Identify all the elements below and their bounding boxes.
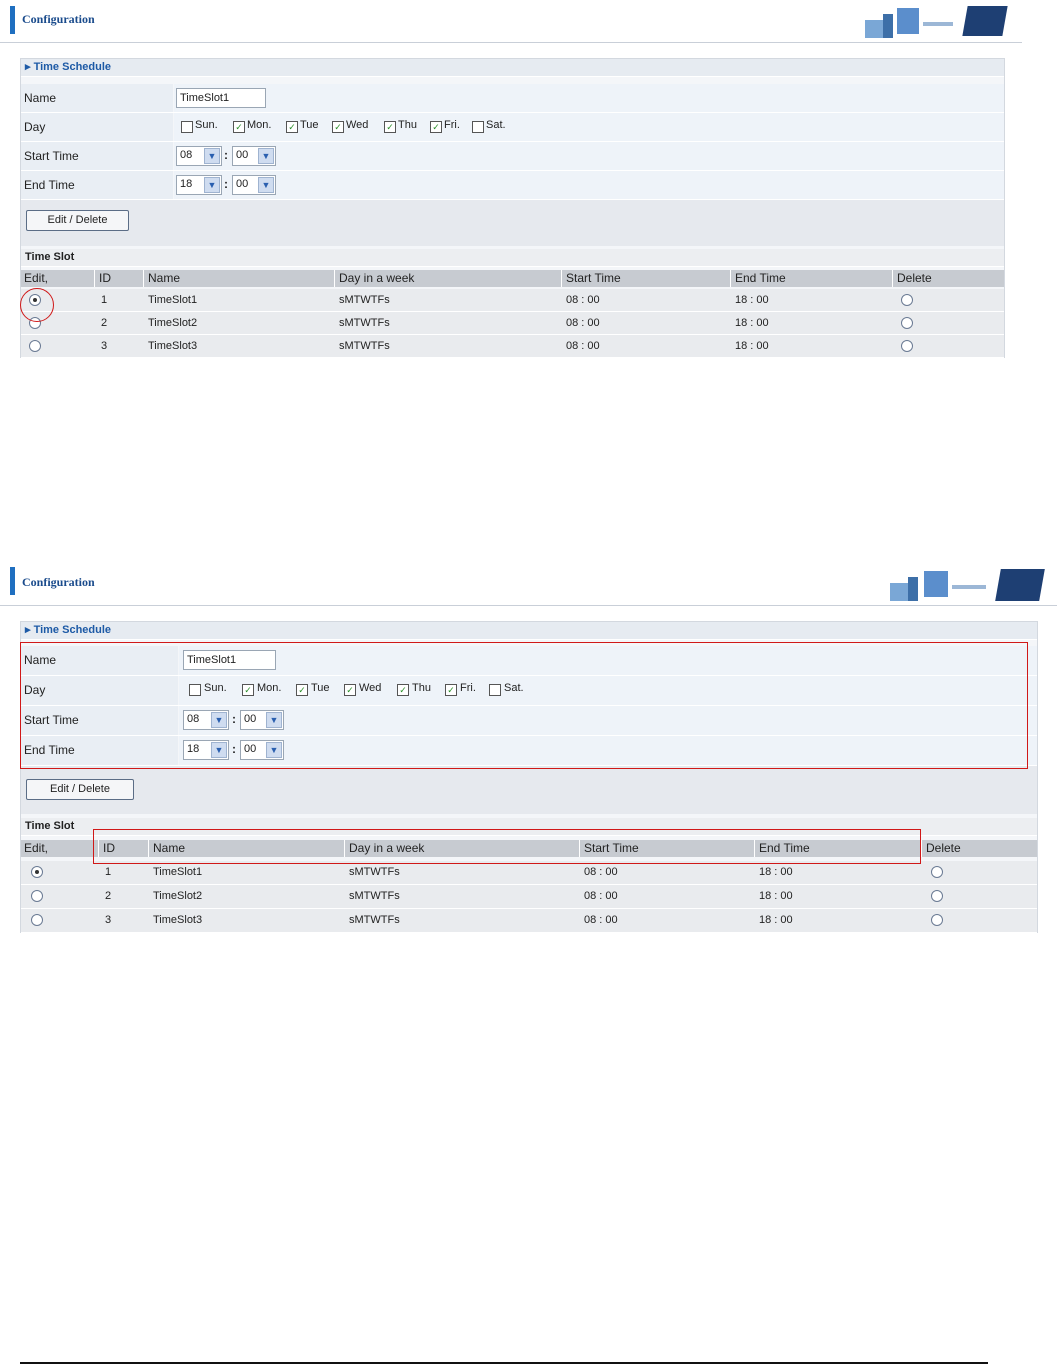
start-minute-select[interactable]: 00 ▼ xyxy=(232,146,276,166)
col-id: ID xyxy=(96,270,144,287)
config-header: Configuration xyxy=(0,0,1022,43)
button-row: Edit / Delete xyxy=(21,766,1037,814)
time-schedule-panel: ▸ Time Schedule Name TimeSlot1 Day Sun. … xyxy=(20,58,1005,358)
day-row: Day Sun. ✓ Mon. ✓ Tue ✓ Wed ✓ Thu ✓ Fri.… xyxy=(21,113,1004,142)
delete-radio[interactable] xyxy=(901,340,913,352)
checkbox-tue-label: Tue xyxy=(300,119,319,131)
highlight-rect-table-columns xyxy=(93,829,921,864)
table-row: 1 TimeSlot1 sMTWTFs 08 : 00 18 : 00 xyxy=(21,289,1004,312)
edit-delete-button[interactable]: Edit / Delete xyxy=(26,210,129,231)
name-label: Name xyxy=(21,84,173,112)
col-day-in-week: Day in a week xyxy=(336,270,562,287)
delete-radio[interactable] xyxy=(931,866,943,878)
chevron-down-icon: ▼ xyxy=(204,148,220,164)
checkbox-fri-label: Fri. xyxy=(444,119,460,131)
start-hour-select[interactable]: 08 ▼ xyxy=(176,146,222,166)
end-time-row: End Time 18 ▼ : 00 ▼ xyxy=(21,171,1004,200)
delete-radio[interactable] xyxy=(901,317,913,329)
table-row: 2 TimeSlot2 sMTWTFs 08 : 00 18 : 00 xyxy=(21,312,1004,335)
chevron-down-icon: ▼ xyxy=(204,177,220,193)
delete-radio[interactable] xyxy=(931,914,943,926)
table-row: 1 TimeSlot1 sMTWTFs 08 : 00 18 : 00 xyxy=(21,861,1037,885)
timeslot-table-header: Edit, ID Name Day in a week Start Time E… xyxy=(21,270,1004,287)
checkbox-mon[interactable]: ✓ xyxy=(233,121,245,133)
checkbox-fri[interactable]: ✓ xyxy=(430,121,442,133)
header-accent-bar xyxy=(10,567,15,595)
checkbox-tue[interactable]: ✓ xyxy=(286,121,298,133)
end-minute-select[interactable]: 00 ▼ xyxy=(232,175,276,195)
col-delete: Delete xyxy=(926,841,961,855)
start-time-row: Start Time 08 ▼ : 00 ▼ xyxy=(21,142,1004,171)
col-end-time: End Time xyxy=(732,270,893,287)
checkbox-thu[interactable]: ✓ xyxy=(384,121,396,133)
table-row: 2 TimeSlot2 sMTWTFs 08 : 00 18 : 00 xyxy=(21,885,1037,909)
checkbox-sun-label: Sun. xyxy=(195,119,218,131)
checkbox-sun[interactable] xyxy=(181,121,193,133)
edit-radio[interactable] xyxy=(31,890,43,902)
edit-radio[interactable] xyxy=(31,866,43,878)
chevron-down-icon: ▼ xyxy=(258,148,274,164)
header-title: Configuration xyxy=(22,575,95,589)
checkbox-sat-label: Sat. xyxy=(486,119,506,131)
checkbox-mon-label: Mon. xyxy=(247,119,272,131)
edit-radio[interactable] xyxy=(29,340,41,352)
highlight-rect-schedule-fields xyxy=(20,642,1028,769)
brand-logo-graphic xyxy=(890,567,1050,601)
col-name: Name xyxy=(145,270,335,287)
checkbox-sat[interactable] xyxy=(472,121,484,133)
time-schedule-title: ▸ Time Schedule xyxy=(21,59,1004,77)
delete-radio[interactable] xyxy=(931,890,943,902)
time-slot-title: Time Slot xyxy=(21,249,1004,267)
page-footer-rule xyxy=(20,1362,988,1364)
screenshot-1: Configuration ▸ Time Schedule Name TimeS… xyxy=(0,0,1022,358)
highlight-circle-annotation xyxy=(20,288,54,322)
end-hour-select[interactable]: 18 ▼ xyxy=(176,175,222,195)
chevron-down-icon: ▼ xyxy=(258,177,274,193)
config-header: Configuration xyxy=(0,561,1057,606)
checkbox-wed-label: Wed xyxy=(346,119,369,131)
delete-radio[interactable] xyxy=(901,294,913,306)
button-row: Edit / Delete xyxy=(21,200,1004,246)
header-accent-bar xyxy=(10,6,15,34)
brand-logo-graphic xyxy=(865,6,1015,38)
edit-delete-button[interactable]: Edit / Delete xyxy=(26,779,134,800)
name-row: Name TimeSlot1 xyxy=(21,84,1004,113)
end-time-label: End Time xyxy=(21,171,173,199)
time-schedule-title: ▸ Time Schedule xyxy=(21,622,1037,640)
col-delete: Delete xyxy=(897,271,932,285)
screenshot-2: Configuration ▸ Time Schedule Name TimeS… xyxy=(0,561,1057,933)
header-title: Configuration xyxy=(22,12,95,26)
checkbox-wed[interactable]: ✓ xyxy=(332,121,344,133)
checkbox-thu-label: Thu xyxy=(398,119,417,131)
day-label: Day xyxy=(21,113,173,141)
col-edit: Edit, xyxy=(21,270,95,287)
table-row: 3 TimeSlot3 sMTWTFs 08 : 00 18 : 00 xyxy=(21,335,1004,358)
start-time-label: Start Time xyxy=(21,142,173,170)
edit-radio[interactable] xyxy=(31,914,43,926)
col-start-time: Start Time xyxy=(563,270,731,287)
name-field[interactable]: TimeSlot1 xyxy=(176,88,266,108)
col-edit: Edit, xyxy=(21,840,99,857)
table-row: 3 TimeSlot3 sMTWTFs 08 : 00 18 : 00 xyxy=(21,909,1037,933)
